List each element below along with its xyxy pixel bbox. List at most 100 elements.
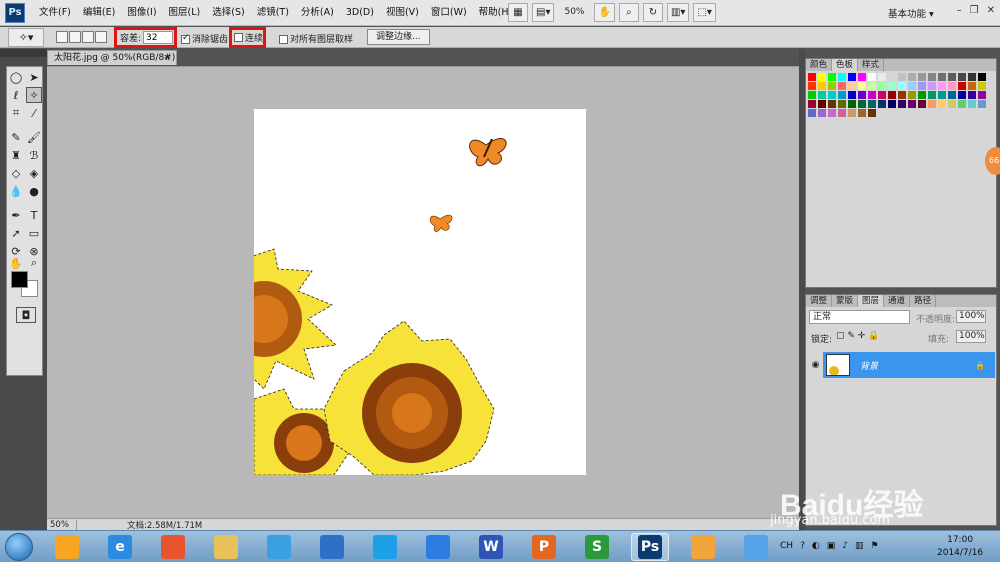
tab-layers[interactable]: 图层 — [858, 295, 885, 307]
color-swatch[interactable] — [958, 73, 966, 81]
color-swatch[interactable] — [868, 100, 876, 108]
color-swatch[interactable] — [928, 73, 936, 81]
color-swatch[interactable] — [968, 82, 976, 90]
add-selection-icon[interactable] — [69, 31, 81, 43]
color-swatch[interactable] — [818, 91, 826, 99]
color-swatch[interactable] — [908, 82, 916, 90]
tab-swatches[interactable]: 色板 — [832, 59, 859, 71]
document-canvas[interactable] — [254, 109, 586, 475]
color-swatch[interactable] — [828, 100, 836, 108]
dodge-tool-icon[interactable]: ● — [26, 183, 42, 199]
color-swatch[interactable] — [888, 82, 896, 90]
color-swatch[interactable] — [978, 91, 986, 99]
color-swatch[interactable] — [868, 91, 876, 99]
arrange-documents-button[interactable]: ▥▾ — [666, 3, 690, 22]
bridge-button[interactable]: ▦ — [508, 3, 528, 22]
sample-all-layers-checkbox[interactable] — [279, 35, 288, 44]
menu-image[interactable]: 图像(I) — [121, 0, 162, 26]
menu-select[interactable]: 选择(S) — [206, 0, 250, 26]
color-swatch[interactable] — [878, 82, 886, 90]
color-swatch[interactable] — [898, 100, 906, 108]
sample-all-layers-option[interactable]: 对所有图层取样 — [279, 32, 353, 45]
tab-color[interactable]: 颜色 — [806, 59, 833, 71]
color-swatch[interactable] — [838, 91, 846, 99]
color-swatch[interactable] — [878, 100, 886, 108]
color-swatch[interactable] — [868, 73, 876, 81]
help-icon[interactable]: ? — [800, 541, 805, 551]
color-swatch[interactable] — [878, 73, 886, 81]
tab-styles[interactable]: 样式 — [858, 59, 885, 71]
feedback-badge[interactable]: 66 — [985, 147, 1000, 175]
screen-mode-button[interactable]: ⬚▾ — [693, 3, 716, 22]
opacity-input[interactable]: 100% — [956, 310, 986, 323]
color-swatch[interactable] — [928, 100, 936, 108]
paint-bucket-tool-icon[interactable]: ◈ — [26, 165, 42, 181]
tolerance-input[interactable] — [143, 31, 174, 44]
taskbar-app-ie[interactable]: e — [101, 533, 139, 561]
network-icon[interactable]: ▥ — [855, 541, 864, 551]
color-swatch[interactable] — [938, 73, 946, 81]
color-swatch[interactable] — [958, 100, 966, 108]
lock-icons[interactable]: ▢ ✎ ✛ 🔒 — [836, 331, 879, 341]
foreground-color-swatch[interactable] — [11, 271, 28, 288]
input-language[interactable]: CH — [780, 541, 793, 551]
color-swatch[interactable] — [818, 73, 826, 81]
hand-tool-icon[interactable]: ✋ — [594, 3, 615, 22]
document-tab[interactable]: 太阳花.jpg @ 50%(RGB/8#) × — [47, 50, 177, 65]
antialias-checkbox[interactable] — [181, 33, 190, 44]
color-swatch[interactable] — [848, 109, 856, 117]
hand-tool-side-icon[interactable]: ✋ — [8, 255, 24, 271]
zoom-tool-side-icon[interactable]: ⌕ — [26, 255, 42, 271]
layer-name[interactable]: 背景 — [860, 359, 878, 372]
color-swatch[interactable] — [948, 82, 956, 90]
taskbar-app-cloud-app[interactable] — [419, 533, 457, 561]
subtract-selection-icon[interactable] — [82, 31, 94, 43]
color-swatch[interactable] — [928, 82, 936, 90]
color-swatch[interactable] — [858, 100, 866, 108]
color-swatch[interactable] — [818, 109, 826, 117]
taskbar-app-photoshop[interactable]: Ps — [631, 533, 669, 561]
color-swatch[interactable] — [898, 82, 906, 90]
shape-tool-icon[interactable]: ▭ — [26, 225, 42, 241]
sunflower-image[interactable] — [254, 109, 586, 475]
taskbar-app-wps-spreadsheet[interactable]: S — [578, 533, 616, 561]
photoshop-logo[interactable]: Ps — [5, 2, 25, 23]
color-swatch[interactable] — [808, 91, 816, 99]
color-swatch[interactable] — [808, 109, 816, 117]
tray-icon-2[interactable]: ▣ — [827, 541, 836, 551]
color-swatch[interactable] — [808, 73, 816, 81]
color-swatch[interactable] — [838, 73, 846, 81]
zoom-level-dropdown[interactable]: 50% — [558, 3, 590, 22]
tab-adjustments[interactable]: 调整 — [806, 295, 833, 307]
color-swatch[interactable] — [918, 82, 926, 90]
quick-mask-icon[interactable]: ◘ — [16, 307, 36, 323]
color-swatch[interactable] — [888, 73, 896, 81]
color-swatch[interactable] — [808, 100, 816, 108]
path-selection-tool-icon[interactable]: ➚ — [8, 225, 24, 241]
taskbar-app-paint-app[interactable] — [737, 533, 775, 561]
color-swatch[interactable] — [948, 100, 956, 108]
color-swatch[interactable] — [938, 100, 946, 108]
color-swatch[interactable] — [958, 82, 966, 90]
volume-icon[interactable]: ♪ — [842, 541, 848, 551]
color-swatch[interactable] — [928, 91, 936, 99]
color-swatch[interactable] — [858, 91, 866, 99]
zoom-tool-icon[interactable]: ⌕ — [618, 3, 639, 22]
blur-tool-icon[interactable]: 💧 — [8, 183, 24, 199]
canvas-area[interactable] — [47, 66, 799, 518]
color-swatch[interactable] — [948, 73, 956, 81]
color-swatch[interactable] — [838, 82, 846, 90]
taskbar-app-disc-app[interactable] — [313, 533, 351, 561]
color-swatch[interactable] — [828, 109, 836, 117]
color-swatch[interactable] — [938, 82, 946, 90]
color-swatch[interactable] — [828, 73, 836, 81]
menu-window[interactable]: 窗口(W) — [425, 0, 473, 26]
color-swatch[interactable] — [878, 91, 886, 99]
minimize-icon[interactable]: – — [957, 5, 962, 16]
close-document-icon[interactable]: × — [163, 51, 171, 65]
workspace-switcher[interactable]: 基本功能 ▾ — [888, 6, 934, 20]
taskbar-app-explorer[interactable] — [207, 533, 245, 561]
antialias-option[interactable]: 消除锯齿 — [181, 32, 228, 45]
taskbar-app-wps-presentation[interactable]: P — [525, 533, 563, 561]
color-swatch[interactable] — [818, 82, 826, 90]
